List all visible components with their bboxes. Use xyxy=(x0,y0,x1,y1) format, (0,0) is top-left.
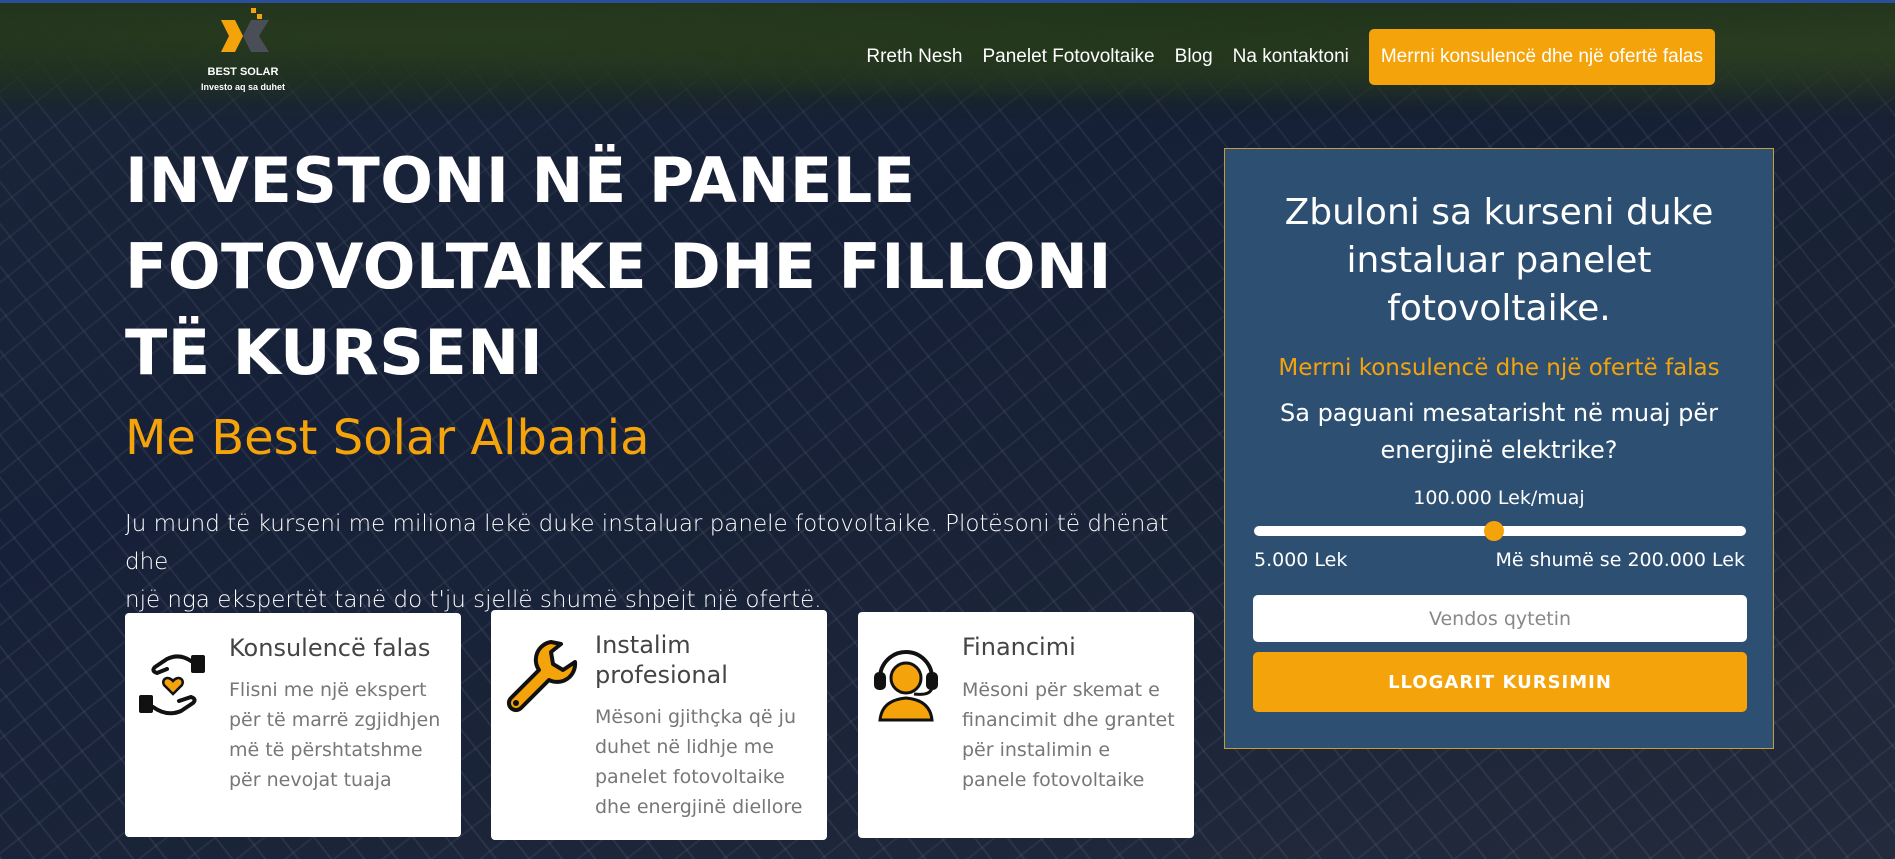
feature-card-title-line: Instalim xyxy=(595,631,691,659)
headset-support-icon xyxy=(874,650,938,722)
top-accent-line xyxy=(0,0,1895,3)
feature-card-text-line: Flisni me një ekspert xyxy=(229,679,427,701)
nav-link-rreth-nesh[interactable]: Rreth Nesh xyxy=(866,46,962,68)
feature-card-text-line: Mësoni për skemat e xyxy=(962,679,1160,701)
feature-card-title-line: Financimi xyxy=(962,633,1076,661)
feature-card-text: Mësoni gjithçka që ju duhet në lidhje me… xyxy=(595,702,815,822)
logo-mark-icon xyxy=(221,8,269,52)
feature-card-text-line: për instalimin e xyxy=(962,739,1111,761)
calculate-savings-button[interactable]: LLOGARIT KURSIMIN xyxy=(1253,652,1747,712)
feature-card-text-line: panelet fotovoltaike xyxy=(595,766,785,788)
logo-tagline: Investo aq sa duhet xyxy=(200,82,286,92)
hero-headline-line: TË KURSENI xyxy=(125,316,544,389)
city-input[interactable] xyxy=(1253,595,1747,642)
feature-card-text-line: duhet në lidhje me xyxy=(595,736,774,758)
calculator-title-line: instaluar panelet xyxy=(1346,240,1652,281)
feature-card-text-line: për të marrë zgjidhjen xyxy=(229,709,441,731)
feature-card-text-line: më të përshtatshme xyxy=(229,739,423,761)
hero-headline-line: FOTOVOLTAIKE DHE FILLONI xyxy=(125,230,1112,303)
slider-current-value: 100.000 Lek/muaj xyxy=(1413,487,1585,509)
slider-min-label: 5.000 Lek xyxy=(1254,549,1348,571)
hero-lead-line: Ju mund të kurseni me miliona lekë duke … xyxy=(125,511,1169,575)
calculator-title-line: fotovoltaike. xyxy=(1387,288,1611,329)
feature-card-text-line: për nevojat tuaja xyxy=(229,769,392,791)
feature-card-text-line: financimit dhe grantet xyxy=(962,709,1175,731)
nav-cta-button[interactable]: Merrni konsulencë dhe një ofertë falas xyxy=(1368,29,1715,85)
wrench-icon xyxy=(506,640,578,713)
feature-card-text-line: panele fotovoltaike xyxy=(962,769,1145,791)
feature-card-title: Konsulencë falas xyxy=(229,633,449,663)
feature-card-title: Instalim profesional xyxy=(595,630,815,690)
hero-subheadline: Me Best Solar Albania xyxy=(125,410,650,466)
feature-card-text: Mësoni për skemat e financimit dhe grant… xyxy=(962,675,1182,795)
hero-lead: Ju mund të kurseni me miliona lekë duke … xyxy=(125,505,1205,619)
feature-card-konsulence[interactable]: Konsulencë falas Flisni me një ekspert p… xyxy=(125,613,461,837)
feature-card-text: Flisni me një ekspert për të marrë zgjid… xyxy=(229,675,449,795)
calculator-offer: Merrni konsulencë dhe një ofertë falas xyxy=(1278,355,1720,381)
feature-card-title-line: profesional xyxy=(595,661,728,689)
feature-card-text-line: dhe energjinë diellore xyxy=(595,796,803,818)
hero-headline-line: INVESTONI NË PANELE xyxy=(125,144,916,217)
feature-card-title: Financimi xyxy=(962,632,1182,662)
feature-card-title-line: Konsulencë falas xyxy=(229,634,431,662)
logo-name: BEST SOLAR xyxy=(207,66,279,78)
feature-card-text-line: Mësoni gjithçka që ju xyxy=(595,706,796,728)
calculator-question: Sa paguani mesatarisht në muaj për energ… xyxy=(1275,395,1723,469)
handshake-heart-icon xyxy=(139,654,205,716)
calculator-question-line: energjinë elektrike? xyxy=(1380,436,1618,464)
savings-calculator: Zbuloni sa kurseni duke instaluar panele… xyxy=(1224,148,1774,749)
main-nav: Rreth Nesh Panelet Fotovoltaike Blog Na … xyxy=(866,29,1715,85)
hero-headline: INVESTONI NË PANELE FOTOVOLTAIKE DHE FIL… xyxy=(125,138,1125,396)
logo[interactable]: BEST SOLAR Investo aq sa duhet xyxy=(188,6,298,92)
slider-max-label: Më shumë se 200.000 Lek xyxy=(1495,549,1745,571)
consumption-slider[interactable] xyxy=(1254,521,1746,541)
slider-thumb[interactable] xyxy=(1483,521,1504,541)
feature-card-instalim[interactable]: Instalim profesional Mësoni gjithçka që … xyxy=(491,610,827,840)
calculator-title: Zbuloni sa kurseni duke instaluar panele… xyxy=(1245,189,1753,333)
nav-link-blog[interactable]: Blog xyxy=(1175,46,1213,68)
feature-card-financimi[interactable]: Financimi Mësoni për skemat e financimit… xyxy=(858,612,1194,838)
calculator-question-line: Sa paguani mesatarisht në muaj për xyxy=(1280,399,1718,427)
nav-link-panelet-fotovoltaike[interactable]: Panelet Fotovoltaike xyxy=(982,46,1154,68)
calculator-title-line: Zbuloni sa kurseni duke xyxy=(1284,192,1714,233)
nav-link-na-kontaktoni[interactable]: Na kontaktoni xyxy=(1233,46,1349,68)
